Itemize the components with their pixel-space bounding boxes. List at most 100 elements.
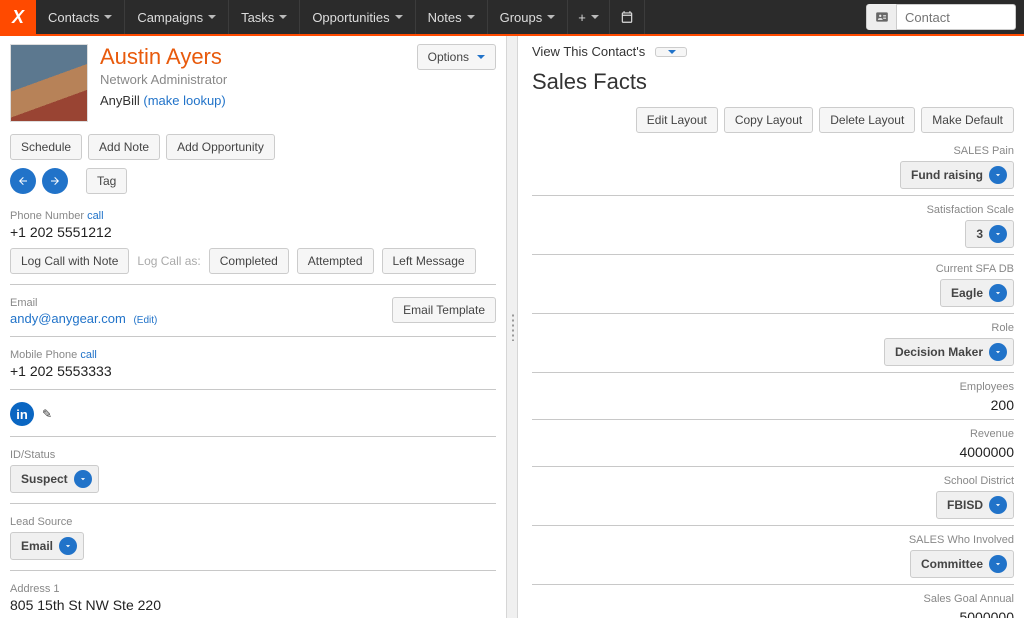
field-value: 3 [976,227,983,241]
schedule-button[interactable]: Schedule [10,134,82,160]
chevron-down-icon [989,496,1007,514]
mobile-call-link[interactable]: call [80,349,97,361]
nav-calendar[interactable] [610,0,645,34]
caret-icon [591,15,599,19]
chevron-down-icon [59,537,77,555]
mobile-label: Mobile Phone call [10,349,496,361]
attempted-button[interactable]: Attempted [297,248,374,274]
add-opportunity-button[interactable]: Add Opportunity [166,134,275,160]
nav-opportunities[interactable]: Opportunities [300,0,415,34]
delete-layout-button[interactable]: Delete Layout [819,107,915,133]
field-label: Role [532,322,1014,334]
app-logo[interactable]: X [0,0,36,35]
field-who_involved-select[interactable]: Committee [910,550,1014,578]
options-label: Options [428,50,469,64]
field-label: Current SFA DB [532,263,1014,275]
log-call-as-label: Log Call as: [137,254,200,268]
caret-icon [547,15,555,19]
field-role-select[interactable]: Decision Maker [884,338,1014,366]
field-label: SALES Pain [532,145,1014,157]
contact-title: Network Administrator [100,72,227,87]
field-revenue: Revenue4000000 [532,424,1014,467]
phone-label: Phone Number call [10,210,496,222]
chevron-down-icon [989,284,1007,302]
log-call-note-button[interactable]: Log Call with Note [10,248,129,274]
idstatus-label: ID/Status [10,449,496,461]
nav-notes[interactable]: Notes [416,0,488,34]
field-school_district-select[interactable]: FBISD [936,491,1014,519]
nav-add[interactable]: + [568,0,610,34]
search-input[interactable] [897,5,977,29]
chevron-down-icon [989,343,1007,361]
plus-icon: + [578,10,586,25]
address1-value: 805 15th St NW Ste 220 [10,597,496,613]
email-value[interactable]: andy@anygear.com [10,311,126,326]
edit-layout-button[interactable]: Edit Layout [636,107,718,133]
mobile-block: Mobile Phone call +1 202 5553333 [10,343,496,390]
phone-value: +1 202 5551212 [10,224,496,240]
view-contacts-label: View This Contact's [532,44,645,59]
next-contact-button[interactable] [42,168,68,194]
nav-tasks[interactable]: Tasks [229,0,300,34]
phone-block: Phone Number call +1 202 5551212 Log Cal… [10,204,496,285]
nav-label: Opportunities [312,10,389,25]
field-value: 5000000 [532,609,1014,618]
caret-icon [104,15,112,19]
avatar[interactable] [10,44,88,122]
social-block: in ✎ [10,396,496,437]
contact-icon [875,10,889,24]
copy-layout-button[interactable]: Copy Layout [724,107,813,133]
chevron-down-icon [477,55,485,59]
contact-name: Austin Ayers [100,44,227,70]
field-employees: Employees 200 [532,377,1014,420]
field-value: 4000000 [532,444,1014,460]
view-contacts-row: View This Contact's [532,44,1014,59]
field-satisfaction-select[interactable]: 3 [965,220,1014,248]
options-button[interactable]: Options [417,44,496,70]
idstatus-value: Suspect [21,472,68,486]
linkedin-icon[interactable]: in [10,402,34,426]
field-value: 200 [532,397,1014,413]
leadsource-select[interactable]: Email [10,532,84,560]
nav-contacts[interactable]: Contacts [36,0,125,34]
view-contacts-select[interactable] [655,47,687,57]
mobile-value: +1 202 5553333 [10,363,496,379]
field-who_involved: SALES Who InvolvedCommittee [532,530,1014,585]
field-label: School District [532,475,1014,487]
arrow-right-icon [49,175,61,187]
field-sfa_db-select[interactable]: Eagle [940,279,1014,307]
search-type-button[interactable] [867,4,897,30]
caret-icon [279,15,287,19]
edit-social-icon[interactable]: ✎ [42,407,52,421]
field-school_district: School District FBISD [532,471,1014,526]
nav-groups[interactable]: Groups [488,0,569,34]
add-note-button[interactable]: Add Note [88,134,160,160]
email-template-button[interactable]: Email Template [392,297,496,323]
field-label: Employees [532,381,1014,393]
chevron-down-icon [989,166,1007,184]
contact-nav-actions: Tag [10,168,496,194]
split-panes: Austin Ayers Network Administrator AnyBi… [0,36,1024,618]
leadsource-value: Email [21,539,53,553]
caret-icon [208,15,216,19]
field-sales_pain-select[interactable]: Fund raising [900,161,1014,189]
field-sfa_db: Current SFA DB Eagle [532,259,1014,314]
call-link[interactable]: call [87,210,104,222]
lookup-link[interactable]: (make lookup) [143,93,225,108]
chevron-down-icon [74,470,92,488]
chevron-down-icon [668,50,676,54]
pane-resize-handle[interactable] [506,36,518,618]
make-default-button[interactable]: Make Default [921,107,1014,133]
field-value: Fund raising [911,168,983,182]
field-label: Satisfaction Scale [532,204,1014,216]
address1-label: Address 1 [10,583,496,595]
idstatus-select[interactable]: Suspect [10,465,99,493]
leadsource-label: Lead Source [10,516,496,528]
completed-button[interactable]: Completed [209,248,289,274]
email-edit[interactable]: (Edit) [133,315,157,326]
contact-pane: Austin Ayers Network Administrator AnyBi… [0,36,506,618]
nav-campaigns[interactable]: Campaigns [125,0,229,34]
prev-contact-button[interactable] [10,168,36,194]
tag-button[interactable]: Tag [86,168,127,194]
left-message-button[interactable]: Left Message [382,248,476,274]
